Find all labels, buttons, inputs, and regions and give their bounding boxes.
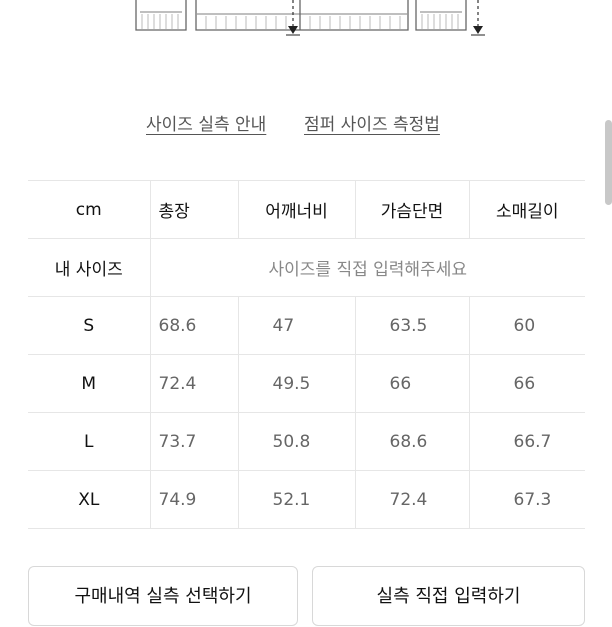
jumper-measure-method-link[interactable]: 점퍼 사이즈 측정법: [304, 110, 440, 135]
column-header-sleeve-length: 소매길이: [468, 180, 585, 239]
size-table: cm 총장 어깨너비 가슴단면 소매길이 내 사이즈 사이즈를 직접 입력해주세…: [28, 180, 585, 529]
cell-total-length: 74.9: [149, 470, 238, 529]
table-row: XL 74.9 52.1 72.4 67.3: [28, 470, 585, 529]
cell-chest-width: 68.6: [354, 412, 469, 471]
column-header-chest-width: 가슴단면: [354, 180, 469, 239]
cell-shoulder-width: 50.8: [237, 412, 355, 471]
size-guide-links: 사이즈 실측 안내 점퍼 사이즈 측정법: [0, 110, 612, 140]
column-header-total-length: 총장: [149, 180, 238, 239]
cell-sleeve-length: 66.7: [468, 412, 585, 471]
my-size-label: 내 사이즈: [28, 238, 151, 297]
cell-shoulder-width: 52.1: [237, 470, 355, 529]
size-table-header: cm 총장 어깨너비 가슴단면 소매길이: [28, 180, 585, 239]
cell-chest-width: 66: [354, 354, 469, 413]
my-size-input[interactable]: 사이즈를 직접 입력해주세요: [149, 238, 585, 297]
my-size-row: 내 사이즈 사이즈를 직접 입력해주세요: [28, 238, 585, 297]
size-label: S: [28, 296, 151, 355]
size-label: L: [28, 412, 151, 471]
cell-sleeve-length: 60: [468, 296, 585, 355]
cell-sleeve-length: 67.3: [468, 470, 585, 529]
column-header-shoulder-width: 어깨너비: [237, 180, 355, 239]
table-row: M 72.4 49.5 66 66: [28, 354, 585, 413]
direct-measure-input-button[interactable]: 실측 직접 입력하기: [312, 566, 585, 626]
scrollbar[interactable]: [605, 120, 612, 205]
purchase-history-measure-button[interactable]: 구매내역 실측 선택하기: [28, 566, 298, 626]
garment-diagram: [135, 0, 485, 36]
size-label: M: [28, 354, 151, 413]
size-label: XL: [28, 470, 151, 529]
table-row: S 68.6 47 63.5 60: [28, 296, 585, 355]
cell-chest-width: 63.5: [354, 296, 469, 355]
table-row: L 73.7 50.8 68.6 66.7: [28, 412, 585, 471]
cell-shoulder-width: 47: [237, 296, 355, 355]
unit-label: cm: [28, 180, 150, 239]
size-measure-guide-link[interactable]: 사이즈 실측 안내: [146, 110, 266, 135]
cell-chest-width: 72.4: [354, 470, 469, 529]
cell-total-length: 72.4: [149, 354, 238, 413]
cell-total-length: 68.6: [149, 296, 238, 355]
cell-shoulder-width: 49.5: [237, 354, 355, 413]
cell-sleeve-length: 66: [468, 354, 585, 413]
cell-total-length: 73.7: [149, 412, 238, 471]
